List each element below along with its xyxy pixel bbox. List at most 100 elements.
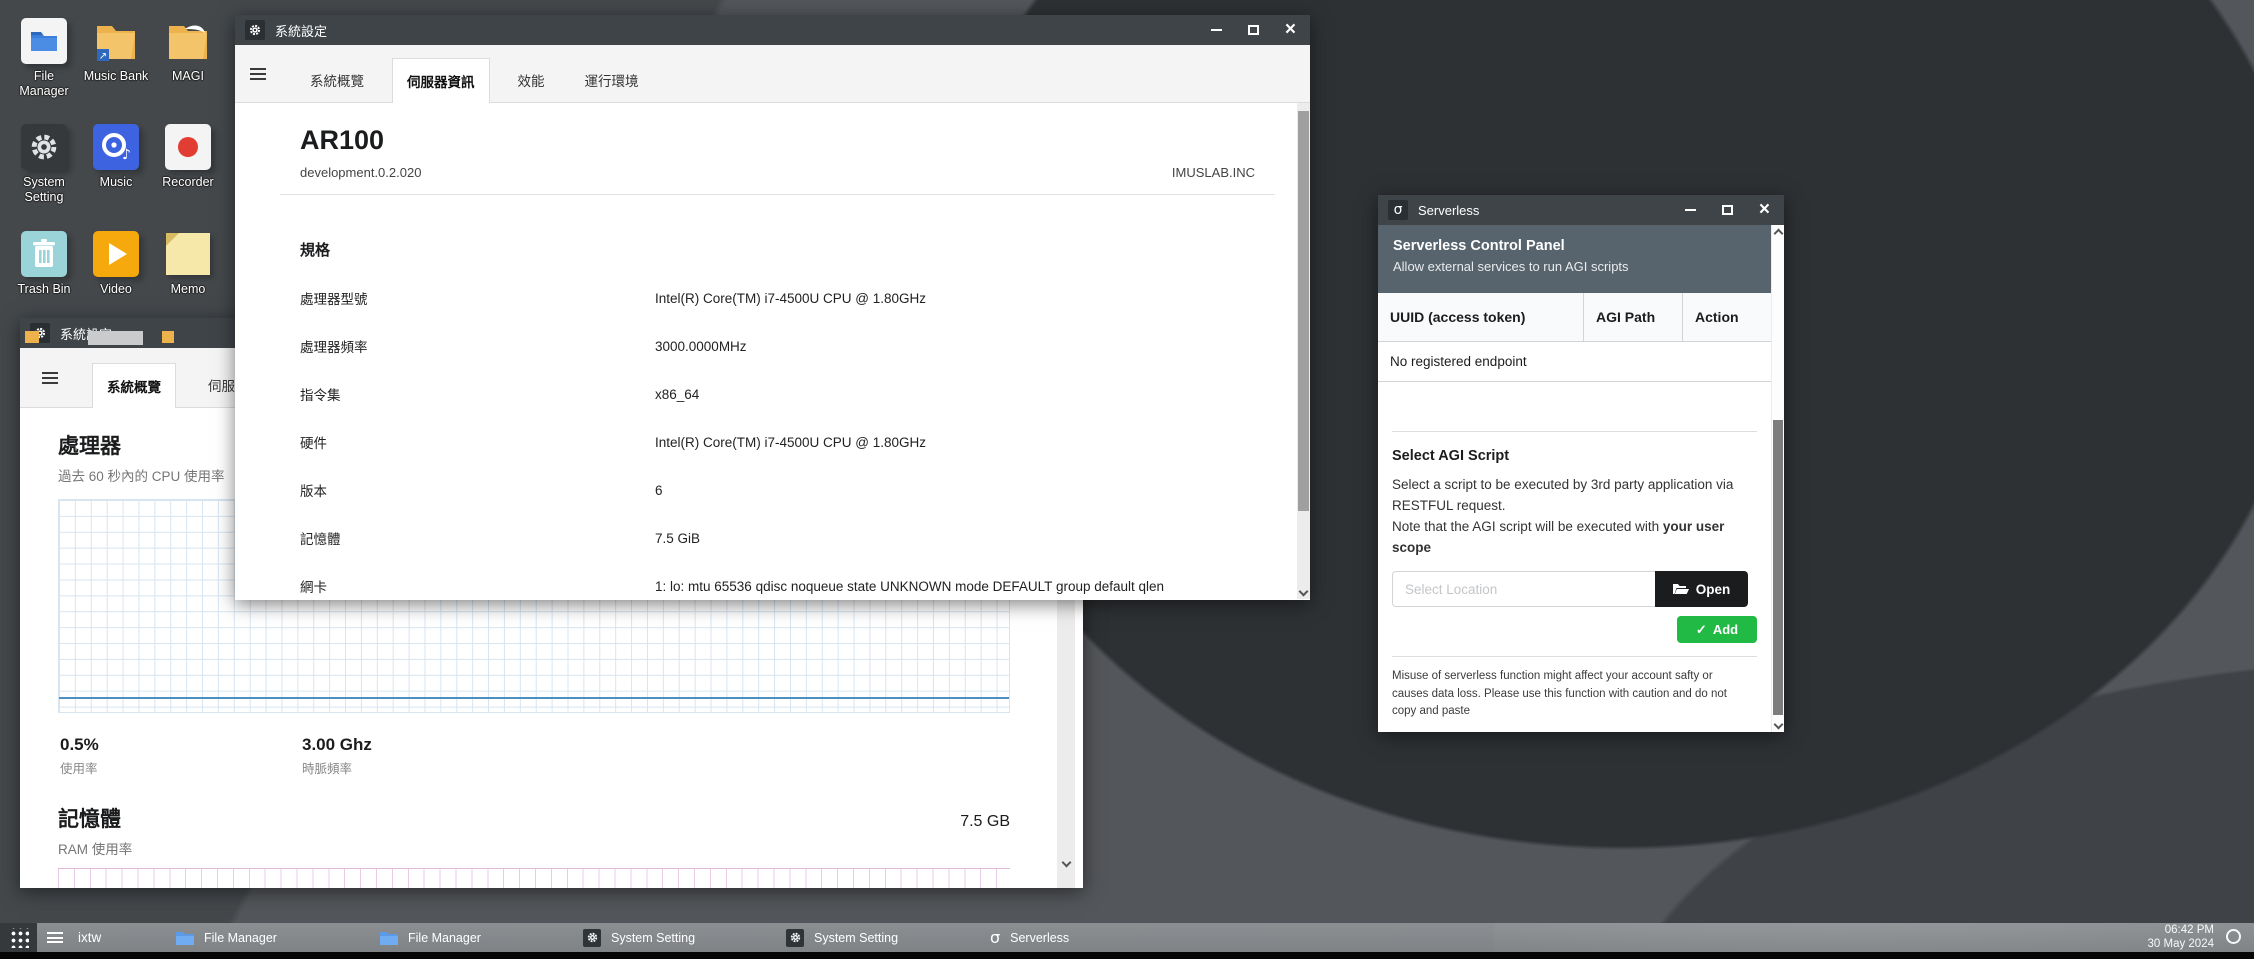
taskbar-item-system-setting-1[interactable]: System Setting: [583, 923, 695, 952]
divider: [1392, 656, 1757, 657]
tab-system-overview[interactable]: 系統概覽: [296, 58, 378, 102]
select-agi-section: Select AGI Script Select a script to be …: [1378, 448, 1771, 643]
serverless-scrollbar[interactable]: [1771, 225, 1784, 732]
username-label: ixtw: [78, 930, 101, 945]
spec-label: 處理器型號: [300, 288, 655, 308]
desktop-icon-recorder[interactable]: Recorder: [152, 124, 224, 205]
divider: [280, 194, 1275, 195]
add-button-label: Add: [1713, 622, 1738, 637]
desktop-icon-file-manager[interactable]: File Manager: [8, 18, 80, 99]
scrollbar-thumb[interactable]: [1298, 111, 1309, 511]
desktop-icon-magi[interactable]: MAGI: [152, 18, 224, 99]
tab-server-info[interactable]: 伺服器資訊: [392, 58, 490, 103]
spec-value: Intel(R) Core(TM) i7-4500U CPU @ 1.80GHz: [655, 291, 926, 306]
menu-icon[interactable]: [42, 372, 58, 384]
open-button[interactable]: Open: [1655, 571, 1748, 607]
scroll-up-button[interactable]: [1772, 225, 1784, 241]
spec-row: 處理器型號Intel(R) Core(TM) i7-4500U CPU @ 1.…: [300, 274, 1255, 322]
close-button[interactable]: ×: [1285, 22, 1296, 38]
gear-icon: [583, 929, 601, 947]
table-empty-message: No registered endpoint: [1378, 342, 1771, 382]
spec-row: 硬件Intel(R) Core(TM) i7-4500U CPU @ 1.80G…: [300, 418, 1255, 466]
obscured-desktop-icon-fragment: [25, 331, 39, 343]
spec-value: 1: lo: mtu 65536 qdisc noqueue state UNK…: [655, 579, 1164, 594]
folder-magi-icon: [165, 18, 211, 64]
obscured-desktop-icon-fragment: [88, 331, 143, 345]
taskbar-item-label: System Setting: [611, 931, 695, 945]
script-location-input[interactable]: [1392, 571, 1655, 607]
file-manager-icon: [21, 18, 67, 64]
desktop-icon-row-3: Trash Bin Video Memo: [8, 231, 224, 297]
tab-runtime[interactable]: 運行環境: [571, 58, 653, 102]
desktop-icon-label: Memo: [171, 282, 206, 297]
desktop-icon-label: Recorder: [162, 175, 213, 190]
spec-label: 網卡: [300, 576, 655, 596]
play-icon: [93, 231, 139, 277]
column-header-agi-path: AGI Path: [1583, 293, 1682, 341]
record-dot-icon: [165, 124, 211, 170]
close-button[interactable]: ×: [1759, 202, 1770, 218]
folder-icon: [176, 931, 194, 945]
window-serverless: σ Serverless × Serverless Control Panel …: [1378, 195, 1784, 732]
endpoint-table: UUID (access token) AGI Path Action No r…: [1378, 293, 1771, 382]
scroll-down-button[interactable]: [1772, 716, 1784, 732]
desktop-icon-label: Music Bank: [84, 69, 149, 84]
app-grid-button[interactable]: [0, 923, 37, 952]
taskbar: ixtw File Manager File Manager System Se…: [0, 923, 2254, 952]
chevron-up-icon: [1773, 228, 1783, 238]
taskbar-menu-icon[interactable]: [47, 932, 63, 943]
taskbar-bottom-strip: [0, 952, 2254, 959]
taskbar-item-file-manager-1[interactable]: File Manager: [176, 923, 277, 952]
cpu-stats: 0.5% 使用率 3.00 Ghz 時脈頻率: [58, 735, 1083, 777]
clock-date: 30 May 2024: [2148, 938, 2215, 952]
minimize-button[interactable]: [1685, 209, 1696, 211]
spec-value: 7.5 GiB: [655, 531, 700, 546]
open-button-label: Open: [1696, 582, 1731, 597]
menu-icon[interactable]: [250, 68, 266, 80]
spec-label: 記憶體: [300, 528, 655, 548]
maximize-button[interactable]: [1722, 205, 1733, 215]
taskbar-item-file-manager-2[interactable]: File Manager: [380, 923, 481, 952]
desktop-icon-music-bank[interactable]: ↗ Music Bank: [80, 18, 152, 99]
front-window-scrollbar[interactable]: [1297, 103, 1310, 599]
desktop-icon-system-setting[interactable]: System Setting: [8, 124, 80, 205]
panel-subtitle: Allow external services to run AGI scrip…: [1393, 259, 1756, 274]
taskbar-item-label: File Manager: [408, 931, 481, 945]
memo-note-icon: [165, 231, 211, 277]
scroll-down-button[interactable]: [1297, 583, 1310, 599]
status-ring-icon[interactable]: [2226, 929, 2241, 944]
scrollbar-thumb[interactable]: [1773, 420, 1783, 715]
front-window-titlebar[interactable]: 系統設定 ×: [235, 15, 1310, 45]
serverless-titlebar[interactable]: σ Serverless ×: [1378, 195, 1784, 225]
window-controls: ×: [1211, 22, 1296, 38]
desktop-icon-label: Trash Bin: [17, 282, 70, 297]
spec-row: 版本6: [300, 466, 1255, 514]
taskbar-item-system-setting-2[interactable]: System Setting: [786, 923, 898, 952]
spec-label: 指令集: [300, 384, 655, 404]
desktop-icon-music[interactable]: ♪ Music: [80, 124, 152, 205]
gear-icon: [21, 124, 67, 170]
serverless-panel-header: Serverless Control Panel Allow external …: [1378, 225, 1771, 293]
maximize-button[interactable]: [1248, 25, 1259, 35]
desktop-icon-label: Video: [100, 282, 132, 297]
scroll-down-button[interactable]: [1057, 854, 1075, 870]
tab-performance[interactable]: 效能: [504, 58, 559, 102]
host-version: development.0.2.020: [300, 165, 421, 180]
taskbar-clock[interactable]: 06:42 PM 30 May 2024: [2148, 924, 2215, 951]
ram-usage-chart: [58, 868, 1010, 888]
desktop-icon-row-2: System Setting ♪ Music Recorder: [8, 124, 224, 205]
table-header-row: UUID (access token) AGI Path Action: [1378, 293, 1771, 342]
taskbar-item-serverless[interactable]: σ Serverless: [990, 923, 1069, 952]
tab-system-overview[interactable]: 系統概覽: [92, 363, 176, 408]
spec-value: 6: [655, 483, 663, 498]
ram-total-value: 7.5 GB: [960, 813, 1010, 831]
desktop-icon-video[interactable]: Video: [80, 231, 152, 297]
vendor-name: IMUSLAB.INC: [1172, 165, 1255, 180]
specs-section-title: 規格: [300, 239, 1255, 260]
sigma-icon: σ: [990, 930, 1000, 946]
check-icon: ✓: [1696, 622, 1707, 638]
desktop-icon-memo[interactable]: Memo: [152, 231, 224, 297]
add-button[interactable]: ✓ Add: [1677, 616, 1757, 643]
minimize-button[interactable]: [1211, 29, 1222, 31]
desktop-icon-trash-bin[interactable]: Trash Bin: [8, 231, 80, 297]
